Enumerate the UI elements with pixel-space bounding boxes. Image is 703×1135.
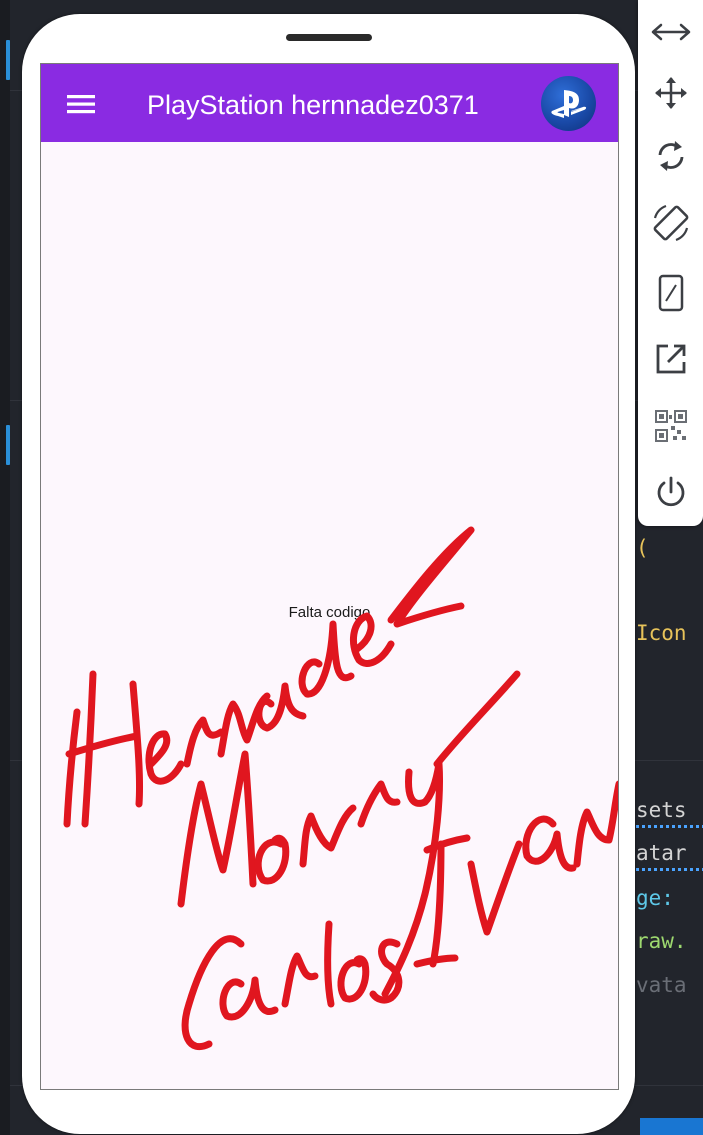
status-bar-segment bbox=[640, 1118, 703, 1135]
code-fragment: raw. bbox=[636, 929, 687, 953]
editor-gutter bbox=[0, 0, 10, 1135]
gutter-change-marker bbox=[6, 40, 10, 80]
code-fragment: Icon bbox=[636, 621, 687, 645]
code-fragment: vata bbox=[636, 973, 687, 997]
phone-frame: PlayStation hernnadez0371 Falta codigo bbox=[22, 14, 635, 1134]
qr-code-icon[interactable] bbox=[648, 403, 694, 449]
gutter-change-marker bbox=[6, 425, 10, 465]
emulator-toolbar bbox=[638, 0, 703, 526]
error-squiggle bbox=[636, 825, 703, 828]
phone-speaker bbox=[286, 34, 372, 41]
code-fragment: ge: bbox=[636, 886, 674, 910]
handwritten-signature bbox=[63, 526, 618, 1050]
desktop-stage: ( Icon sets atar ge: raw. vata PlayStati… bbox=[0, 0, 703, 1135]
rotate-icon[interactable] bbox=[648, 133, 694, 179]
power-icon[interactable] bbox=[648, 470, 694, 516]
device-frame-icon[interactable] bbox=[648, 270, 694, 316]
code-fragment: ( bbox=[636, 536, 649, 560]
app-bar: PlayStation hernnadez0371 bbox=[41, 64, 618, 142]
app-title: PlayStation hernnadez0371 bbox=[147, 90, 479, 120]
error-squiggle bbox=[636, 868, 703, 871]
auto-rotate-icon[interactable] bbox=[648, 200, 694, 246]
code-fragment: sets bbox=[636, 798, 687, 822]
open-external-icon[interactable] bbox=[648, 336, 694, 382]
code-fragment: atar bbox=[636, 841, 687, 865]
playstation-logo-icon[interactable] bbox=[541, 76, 596, 131]
app-screen: PlayStation hernnadez0371 Falta codigo bbox=[40, 63, 619, 1090]
resize-horizontal-icon[interactable] bbox=[648, 9, 694, 55]
body-message: Falta codigo bbox=[288, 604, 371, 621]
move-icon[interactable] bbox=[648, 70, 694, 116]
hamburger-menu-icon[interactable] bbox=[61, 84, 101, 124]
